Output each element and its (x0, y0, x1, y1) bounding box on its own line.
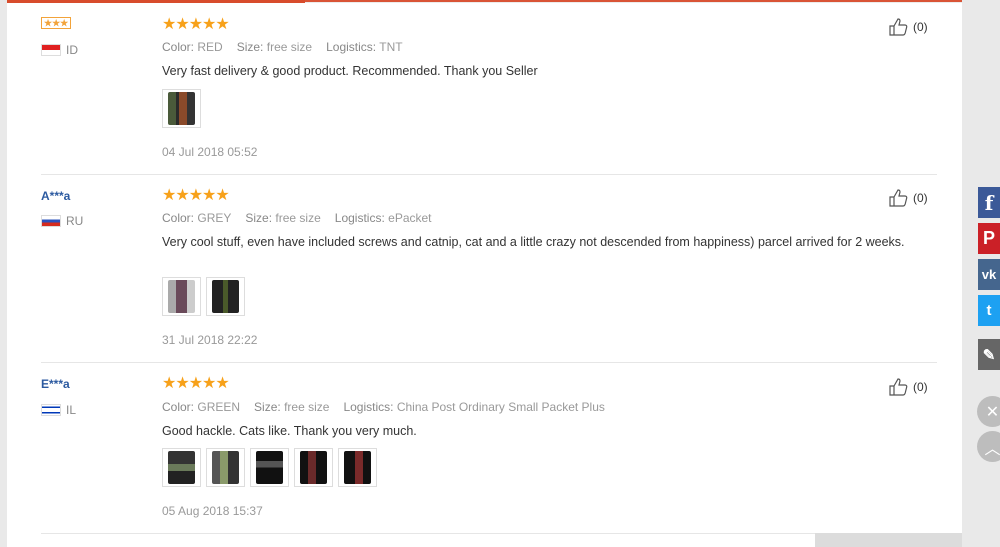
size-label: Size: (254, 400, 281, 414)
review-photo[interactable] (206, 448, 245, 487)
like-button[interactable]: (0) (889, 18, 928, 36)
vk-share-icon[interactable]: vk (978, 259, 1000, 290)
edit-icon[interactable]: ✎ (978, 339, 1000, 370)
color-label: Color: (162, 40, 195, 54)
review-photos (162, 277, 245, 316)
review-photo[interactable] (162, 89, 201, 128)
twitter-share-icon[interactable]: t (978, 295, 1000, 326)
like-button[interactable]: (0) (889, 378, 928, 396)
active-tab-indicator (7, 0, 305, 3)
size-label: Size: (236, 40, 264, 54)
review-meta: Color: GREY Size: free size Logistics: ePa… (162, 211, 432, 225)
footer-block (815, 533, 962, 547)
review-text: Very fast delivery & good product. Recom… (162, 64, 538, 78)
reviewer-country: IL (41, 403, 76, 417)
review-text: Very cool stuff, even have included scre… (162, 235, 905, 249)
review-photo[interactable] (162, 448, 201, 487)
country-code: ID (66, 43, 78, 57)
scroll-top-icon[interactable]: ︿ (977, 431, 1000, 462)
star-rating: ★★★★★ (162, 16, 230, 33)
review-photo[interactable] (162, 277, 201, 316)
review-photo[interactable] (338, 448, 377, 487)
country-code: RU (66, 214, 84, 228)
like-count: (0) (913, 20, 928, 34)
size-label: Size: (245, 211, 273, 225)
pinterest-share-icon[interactable]: P (978, 223, 1000, 254)
divider (41, 362, 937, 363)
facebook-share-icon[interactable]: f (978, 187, 1000, 218)
review-photo[interactable] (250, 448, 289, 487)
review-photo[interactable] (294, 448, 333, 487)
color-label: Color: (162, 400, 195, 414)
logistics-label: Logistics: (343, 400, 394, 414)
logistics-value: ePacket (388, 211, 432, 225)
country-code: IL (66, 403, 77, 417)
review-meta: Color: GREEN Size: free size Logistics: Ch… (162, 400, 605, 414)
divider (41, 533, 937, 534)
thumbs-up-icon (889, 378, 908, 396)
size-value: free size (266, 40, 313, 54)
reviewer-name[interactable]: A***a (41, 189, 70, 203)
review-text: Good hackle. Cats like. Thank you very m… (162, 424, 417, 438)
color-value: RED (197, 40, 223, 54)
size-value: free size (275, 211, 321, 225)
tab-bar (7, 0, 962, 3)
review-date: 04 Jul 2018 05:52 (162, 145, 258, 159)
flag-id-icon (41, 44, 61, 56)
logistics-label: Logistics: (326, 40, 377, 54)
reviewer-country: RU (41, 214, 83, 228)
size-value: free size (284, 400, 330, 414)
reviewer-name[interactable]: E***a (41, 377, 70, 391)
like-count: (0) (913, 380, 928, 394)
color-value: GREEN (197, 400, 241, 414)
thumbs-up-icon (889, 189, 908, 207)
star-rating: ★★★★★ (162, 187, 230, 204)
flag-il-icon (41, 404, 61, 416)
review-meta: Color: RED Size: free size Logistics: TNT (162, 40, 403, 54)
reviews-panel: ★★★ ID ★★★★★ Color: RED Size: free size Lo… (7, 0, 962, 547)
tab-underline (305, 0, 962, 2)
thumbs-up-icon (889, 18, 908, 36)
color-label: Color: (162, 211, 195, 225)
reviewer-badge[interactable]: ★★★ (41, 17, 72, 29)
like-count: (0) (913, 191, 928, 205)
review-photos (162, 448, 377, 487)
logistics-value: TNT (379, 40, 403, 54)
star-rating: ★★★★★ (162, 375, 230, 392)
logistics-label: Logistics: (334, 211, 385, 225)
divider (41, 174, 937, 175)
color-value: GREY (197, 211, 232, 225)
flag-ru-icon (41, 215, 61, 227)
review-date: 05 Aug 2018 15:37 (162, 504, 263, 518)
review-photos (162, 89, 201, 128)
like-button[interactable]: (0) (889, 189, 928, 207)
logistics-value: China Post Ordinary Small Packet Plus (396, 400, 605, 414)
reviewer-country: ID (41, 43, 78, 57)
close-icon[interactable]: ✕ (977, 396, 1000, 427)
review-photo[interactable] (206, 277, 245, 316)
review-date: 31 Jul 2018 22:22 (162, 333, 258, 347)
